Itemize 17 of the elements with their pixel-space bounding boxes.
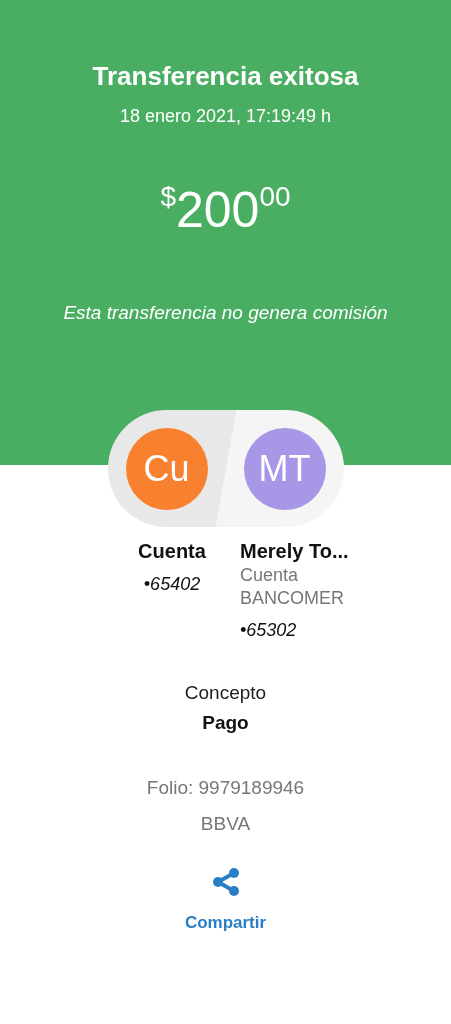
bank-name: BBVA xyxy=(200,812,251,836)
avatar: MT xyxy=(243,427,326,510)
share-icon[interactable] xyxy=(210,866,241,898)
account-number: •65302 xyxy=(240,619,297,642)
account-name: Merely To... xyxy=(240,539,349,564)
bank-label: Cuenta xyxy=(240,564,299,587)
concept-label: Concepto xyxy=(184,681,267,705)
title: Transferencia exitosa xyxy=(92,60,359,92)
account-number: •65402 xyxy=(143,573,201,596)
avatar: Cu xyxy=(125,427,208,510)
share-link[interactable]: Compartir xyxy=(184,912,267,934)
fee-note: Esta transferencia no genera comisión xyxy=(63,301,388,325)
account-name: Cuenta xyxy=(138,539,206,564)
folio-text: Folio: 9979189946 xyxy=(146,776,305,800)
date-time: 18 enero 2021, 17:19:49 h xyxy=(119,105,332,128)
concept-value: Pago xyxy=(202,711,249,735)
bank-label: BANCOMER xyxy=(240,587,344,610)
